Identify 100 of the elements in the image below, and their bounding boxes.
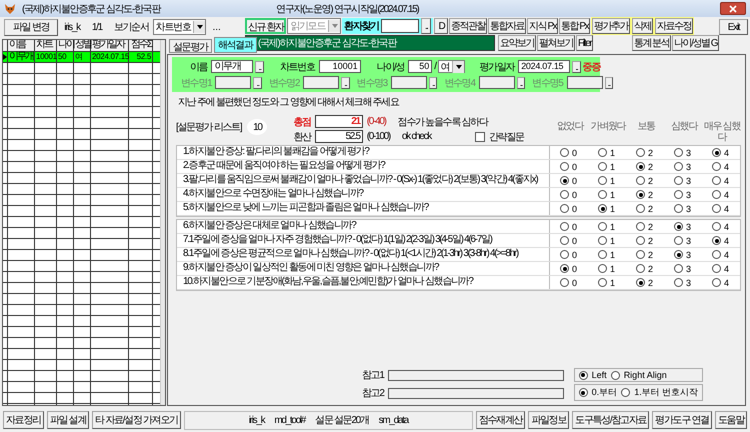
browse-button[interactable]: ..: [428, 76, 438, 88]
radio-option[interactable]: 4: [702, 276, 740, 289]
radio-option[interactable]: 2: [626, 160, 664, 173]
radio-option[interactable]: 1: [588, 146, 626, 159]
radio-option[interactable]: 3: [664, 202, 702, 215]
radio-option[interactable]: 1.부터 번호시작: [621, 386, 698, 399]
radio-option[interactable]: 3: [664, 160, 702, 173]
variable-field[interactable]: [215, 76, 252, 89]
radio-option[interactable]: 0: [550, 248, 588, 261]
radio-option[interactable]: 1: [588, 174, 626, 187]
toolbar-button[interactable]: 삭제: [632, 18, 654, 34]
radio-option[interactable]: 0.부터: [578, 386, 618, 399]
radio-option[interactable]: 0: [550, 220, 588, 233]
browse-button[interactable]: ..: [516, 76, 526, 88]
radio-option[interactable]: 1: [588, 220, 626, 233]
radio-option[interactable]: 0: [550, 262, 588, 275]
radio-option[interactable]: 4: [702, 248, 740, 261]
radio-option[interactable]: 1: [588, 248, 626, 261]
toolbar-button[interactable]: 통합자료: [488, 18, 526, 34]
date-field[interactable]: 2024.07.15: [518, 60, 570, 73]
radio-option[interactable]: 2: [626, 248, 664, 261]
radio-option[interactable]: 3: [664, 174, 702, 187]
tab[interactable]: 설문평가: [169, 39, 212, 53]
note-field[interactable]: [388, 388, 564, 398]
footer-button[interactable]: 파일정보: [528, 411, 570, 429]
toolbar-button[interactable]: Filter: [576, 35, 594, 51]
note-field[interactable]: [388, 370, 564, 380]
radio-option[interactable]: 2: [626, 220, 664, 233]
radio-option[interactable]: 1: [588, 276, 626, 289]
radio-option[interactable]: 3: [664, 188, 702, 201]
radio-option[interactable]: Left: [578, 370, 607, 380]
name-field[interactable]: 이무개: [211, 60, 254, 73]
d-button[interactable]: D: [434, 18, 448, 34]
variable-field[interactable]: [390, 76, 427, 89]
tab[interactable]: 해석결과: [214, 37, 257, 53]
variable-field[interactable]: [566, 76, 602, 89]
browse-button[interactable]: ..: [341, 76, 350, 88]
radio-option[interactable]: 2: [626, 262, 664, 275]
toolbar-button[interactable]: 나이/성별 G: [672, 35, 719, 51]
radio-option[interactable]: 4: [702, 262, 740, 275]
more-button[interactable]: ...: [210, 22, 223, 32]
toolbar-button[interactable]: 통합 Px: [559, 18, 590, 34]
radio-option[interactable]: 1: [588, 188, 626, 201]
toolbar-button[interactable]: 펼쳐보기: [537, 35, 575, 51]
new-patient-button[interactable]: 신규 환자: [245, 18, 286, 34]
browse-button[interactable]: ..: [572, 60, 581, 72]
radio-option[interactable]: 0: [550, 202, 588, 215]
radio-option[interactable]: 4: [702, 220, 740, 233]
radio-option[interactable]: 0: [550, 234, 588, 247]
browse-button[interactable]: ..: [253, 76, 262, 88]
radio-option[interactable]: 3: [664, 248, 702, 261]
radio-option[interactable]: 3: [664, 234, 702, 247]
sex-select[interactable]: 여: [438, 60, 466, 73]
radio-option[interactable]: 4: [702, 202, 740, 215]
radio-option[interactable]: 1: [588, 160, 626, 173]
radio-option[interactable]: 2: [626, 276, 664, 289]
radio-option[interactable]: 4: [702, 160, 740, 173]
toolbar-button[interactable]: 자료수정: [655, 18, 694, 34]
radio-option[interactable]: 4: [702, 234, 740, 247]
footer-button[interactable]: 파일 설계: [46, 411, 90, 429]
radio-option[interactable]: 0: [550, 276, 588, 289]
scrollbar[interactable]: [160, 40, 165, 405]
mode-select[interactable]: 읽기모드: [287, 18, 342, 34]
footer-button[interactable]: 타 자료/설정 가져오기: [92, 411, 181, 429]
browse-button[interactable]: ..: [604, 76, 613, 88]
find-button[interactable]: ..: [420, 18, 432, 34]
file-change-button[interactable]: 파일 변경: [4, 18, 58, 36]
radio-option[interactable]: 1: [588, 234, 626, 247]
radio-option[interactable]: 3: [664, 262, 702, 275]
close-button[interactable]: [720, 2, 746, 15]
footer-button[interactable]: 도구특성/참고자료: [572, 411, 650, 429]
chart-field[interactable]: 10001: [318, 60, 361, 73]
toolbar-button[interactable]: 통계 분석: [632, 35, 672, 51]
radio-option[interactable]: 2: [626, 202, 664, 215]
radio-option[interactable]: 2: [626, 188, 664, 201]
sort-select[interactable]: 차트번호: [152, 19, 206, 35]
radio-option[interactable]: 4: [702, 146, 740, 159]
radio-option[interactable]: 1: [588, 202, 626, 215]
footer-button[interactable]: 도움말: [714, 411, 747, 429]
radio-option[interactable]: 0: [550, 174, 588, 187]
radio-option[interactable]: 0: [550, 146, 588, 159]
radio-option[interactable]: 3: [664, 276, 702, 289]
radio-option[interactable]: 3: [664, 146, 702, 159]
toolbar-button[interactable]: 평가추가: [592, 18, 630, 34]
radio-option[interactable]: 2: [626, 234, 664, 247]
find-field[interactable]: [380, 19, 419, 33]
variable-field[interactable]: [478, 76, 515, 89]
toolbar-button[interactable]: 요약보기: [498, 35, 536, 51]
radio-option[interactable]: Right Align: [610, 370, 667, 380]
brief-checkbox[interactable]: 간략질문: [474, 130, 524, 144]
footer-button[interactable]: 점수재계산: [476, 411, 526, 429]
toolbar-button[interactable]: 지식 Px: [527, 18, 558, 34]
radio-option[interactable]: 4: [702, 174, 740, 187]
radio-option[interactable]: 3: [664, 220, 702, 233]
exit-button[interactable]: Exit: [719, 19, 748, 35]
browse-button[interactable]: ..: [255, 60, 264, 72]
age-field[interactable]: 50: [408, 60, 432, 73]
radio-option[interactable]: 1: [588, 262, 626, 275]
radio-option[interactable]: 4: [702, 188, 740, 201]
footer-button[interactable]: 평가도구 연결: [652, 411, 712, 429]
